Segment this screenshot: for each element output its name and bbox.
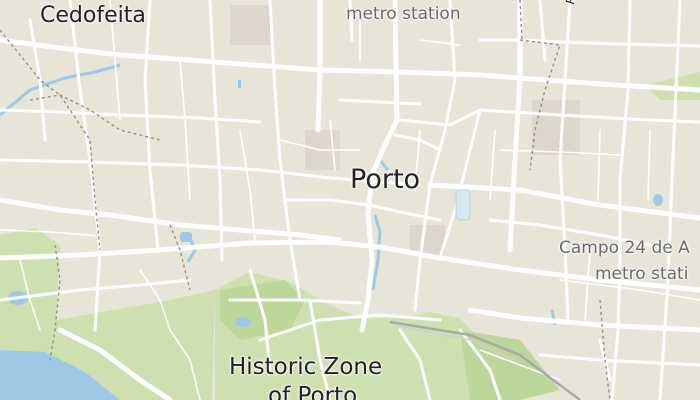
- metro-station-label-top[interactable]: metro station: [346, 4, 461, 24]
- cedofeita-label[interactable]: Cedofeita: [40, 3, 146, 28]
- map-canvas[interactable]: Cedofeita metro station R Porto Campo 24…: [0, 0, 700, 400]
- historic-zone-label-line1[interactable]: Historic Zone: [229, 354, 382, 380]
- map-base-layer: [0, 0, 700, 400]
- campo-24-label-line2[interactable]: metro stati: [595, 264, 688, 284]
- historic-zone-label-line2[interactable]: of Porto: [268, 383, 357, 400]
- campo-24-label-line1[interactable]: Campo 24 de A: [559, 238, 690, 258]
- porto-label[interactable]: Porto: [350, 164, 420, 195]
